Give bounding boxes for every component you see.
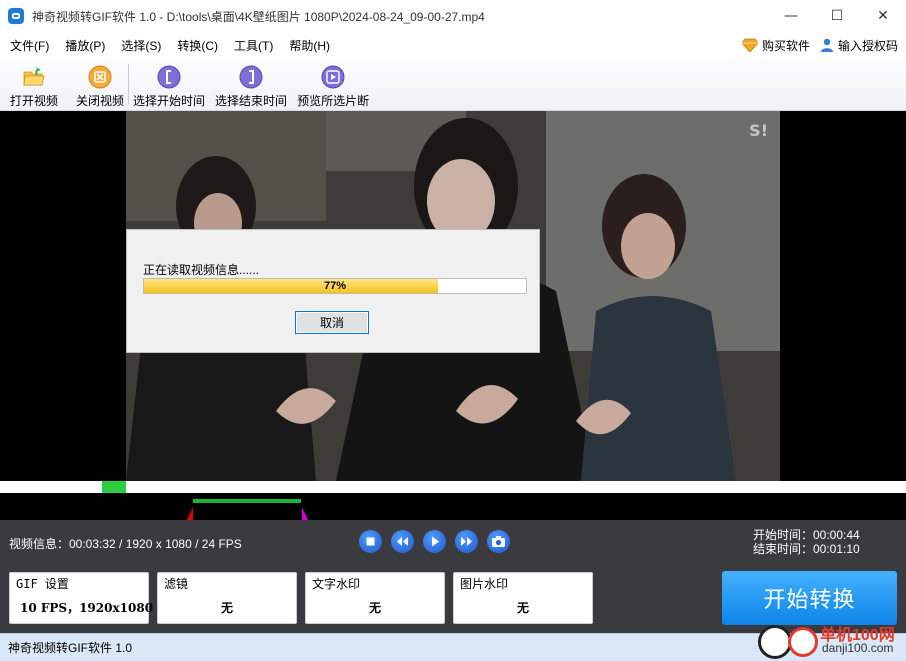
filter-card[interactable]: 滤镜 无 [157,572,297,624]
window-controls: — ☐ ✕ [768,0,906,32]
playhead-marker[interactable] [102,481,126,493]
brand-url: danji100.com [822,641,894,655]
close-video-icon [88,65,112,89]
cancel-button[interactable]: 取消 [295,311,369,334]
enter-license-label: 输入授权码 [837,38,898,53]
gif-settings-value: 10 FPS，1920x1080 [20,601,154,615]
minimize-button[interactable]: — [768,0,814,32]
fast-forward-icon [461,537,472,546]
image-watermark-title: 图片水印 [460,577,509,591]
text-watermark-value: 无 [368,601,381,615]
brand-watermark: 单机100网 danji100.com [756,617,906,661]
toolbar-separator [128,64,130,104]
buy-software-link[interactable]: 购买软件 [741,37,810,54]
menu-file[interactable]: 文件(F) [0,37,57,54]
status-text: 神奇视频转GIF软件 1.0 [8,641,133,655]
stop-button[interactable] [359,530,382,553]
select-end-label: 选择结束时间 [215,94,288,108]
selection-range-area [0,493,906,520]
menu-select[interactable]: 选择(S) [113,37,169,54]
select-start-button[interactable]: 选择开始时间 [133,58,205,109]
menu-play[interactable]: 播放(P) [57,37,113,54]
end-time: 结束时间：00:01:10 [753,542,860,556]
brand-logo-ring-icon [788,627,818,657]
timeline-track[interactable] [0,481,906,493]
bracket-left-icon [157,65,181,89]
menu-convert[interactable]: 转换(C) [169,37,226,54]
range-end-handle[interactable] [302,507,308,520]
fast-forward-button[interactable] [455,530,478,553]
menu-help[interactable]: 帮助(H) [281,37,338,54]
gif-settings-card[interactable]: GIF 设置 10 FPS，1920x1080 [9,572,153,624]
rewind-icon [397,537,408,546]
preview-selection-label: 预览所选片断 [297,94,370,108]
close-video-button[interactable]: 关闭视频 [76,58,124,109]
stop-icon [366,537,375,546]
preview-selection-button[interactable]: 预览所选片断 [297,58,369,109]
filter-title: 滤镜 [164,577,189,591]
video-info: 视频信息：00:03:32 / 1920 x 1080 / 24 FPS [9,537,242,551]
text-watermark-card[interactable]: 文字水印 无 [305,572,445,624]
select-end-button[interactable]: 选择结束时间 [215,58,287,109]
enter-license-link[interactable]: 输入授权码 [820,37,898,54]
text-watermark-title: 文字水印 [312,577,361,591]
bracket-right-icon [239,65,263,89]
start-time: 开始时间：00:00:44 [753,528,860,542]
maximize-button[interactable]: ☐ [814,0,860,32]
toolbar: 打开视频 关闭视频 选择开始时间 选择结束时间 预览所选片断 [0,58,906,111]
image-watermark-card[interactable]: 图片水印 无 [453,572,593,624]
open-video-label: 打开视频 [10,94,59,108]
buy-software-label: 购买软件 [761,38,810,53]
range-start-handle[interactable] [187,507,193,520]
selection-times: 开始时间：00:00:44 结束时间：00:01:10 [753,528,860,556]
video-watermark: S! [749,121,768,140]
preview-play-icon [321,65,345,89]
app-icon [8,8,24,24]
close-button[interactable]: ✕ [860,0,906,32]
play-button[interactable] [423,530,446,553]
snapshot-button[interactable] [487,530,510,553]
menu-tools[interactable]: 工具(T) [226,37,281,54]
close-video-label: 关闭视频 [76,94,125,108]
gif-settings-title: GIF 设置 [16,577,69,591]
user-icon [820,38,833,52]
loading-message: 正在读取视频信息...... [143,263,260,277]
folder-open-icon [23,67,45,86]
diamond-icon [741,38,758,52]
selection-range-bar [193,499,301,503]
title-bar: 神奇视频转GIF软件 1.0 - D:\tools\桌面\4K壁纸图片 1080… [0,0,906,32]
progress-text: 77% [323,280,347,292]
progress-bar: 77% [143,278,527,294]
image-watermark-value: 无 [516,601,529,615]
play-icon [432,536,439,547]
camera-icon [492,536,505,547]
select-start-label: 选择开始时间 [133,94,206,108]
open-video-button[interactable]: 打开视频 [10,58,58,109]
menu-bar: 文件(F) 播放(P) 选择(S) 转换(C) 工具(T) 帮助(H) 购买软件… [0,32,906,58]
rewind-button[interactable] [391,530,414,553]
playback-controls [359,530,510,553]
brand-logo-icon [758,625,792,659]
window-title: 神奇视频转GIF软件 1.0 - D:\tools\桌面\4K壁纸图片 1080… [32,9,485,24]
loading-dialog: 正在读取视频信息...... 77% 取消 [126,229,540,353]
filter-value: 无 [220,601,233,615]
